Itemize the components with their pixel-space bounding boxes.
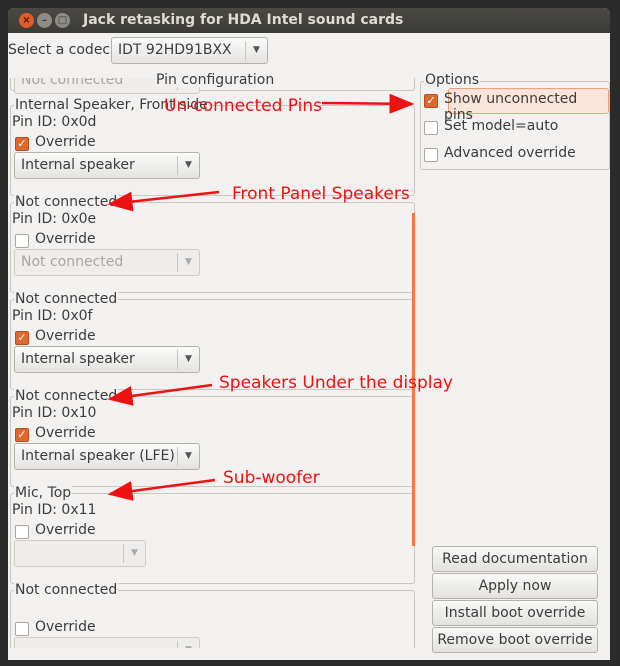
- arrow: [107, 478, 216, 501]
- annotation-arrows: [107, 93, 415, 501]
- arrow: [107, 190, 220, 212]
- arrow: [107, 383, 213, 406]
- arrow: [321, 93, 415, 114]
